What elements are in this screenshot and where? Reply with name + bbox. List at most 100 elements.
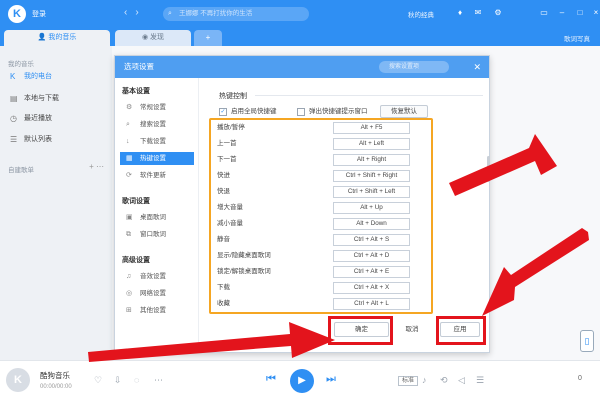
top-search-input[interactable]: ⌕ 王娜娜 不再打扰你的生活 — [163, 7, 309, 21]
sound-effect-icon[interactable]: ♪ — [422, 375, 427, 385]
nav-item-label: 窗口歌词 — [140, 231, 166, 238]
play-button[interactable]: ▶ — [290, 369, 314, 393]
next-icon[interactable]: ⏭ — [326, 373, 336, 386]
nav-item-general[interactable]: ⚙ 常规设置 — [120, 101, 194, 114]
tab-my-music-label: 我的音乐 — [48, 34, 77, 41]
user-icon: 👤 — [37, 34, 49, 41]
restore-default-button[interactable]: 恢复默认 — [380, 105, 428, 118]
equalizer-icon: ♫ — [126, 273, 132, 280]
forward-arrow-icon[interactable]: › — [135, 7, 146, 18]
mobile-icon[interactable]: ▯ — [580, 330, 594, 352]
nav-item-label: 网络设置 — [140, 290, 166, 297]
conflict-popup-checkbox[interactable] — [297, 108, 305, 116]
message-icon[interactable]: ✉ — [472, 7, 484, 19]
playlist-icon[interactable]: ☰ — [476, 375, 484, 386]
close-icon[interactable]: × — [590, 7, 600, 19]
sidebar-item-recent[interactable]: ◷ 最近播放 — [6, 112, 106, 126]
playlist-tools: + ⋯ — [89, 162, 104, 171]
nav-item-label: 其他设置 — [140, 307, 166, 314]
lyrics-photo-link[interactable]: 歌词写真 — [564, 33, 590, 43]
album-cover[interactable]: K — [6, 368, 30, 392]
section-title: 热键控制 — [219, 93, 247, 100]
search-icon: ⌕ — [168, 10, 172, 17]
download-icon[interactable]: ⇩ — [114, 375, 122, 386]
quality-badge[interactable]: 标准 — [398, 376, 419, 386]
hotkey-scrollbar[interactable] — [487, 156, 490, 182]
sidebar-item-label: 我的电台 — [24, 73, 52, 80]
top-search-placeholder: 王娜娜 不再打扰你的生活 — [179, 10, 253, 17]
more-settings-icon: ⊞ — [126, 307, 132, 314]
tab-my-music[interactable]: 👤 我的音乐 — [4, 30, 110, 46]
tab-discover[interactable]: ◉ 发现 — [115, 30, 191, 46]
sidebar-item-label: 本地与下载 — [24, 95, 59, 102]
nav-item-update[interactable]: ⟳ 软件更新 — [120, 169, 194, 182]
nav-item-label: 桌面歌词 — [140, 214, 166, 221]
loop-icon[interactable]: ⟲ — [440, 375, 448, 386]
clock-icon: ◷ — [10, 114, 17, 123]
nav-item-download[interactable]: ↓ 下载设置 — [120, 135, 194, 148]
nav-item-window-lyrics[interactable]: ⧉ 窗口歌词 — [120, 228, 194, 241]
song-time: 00:00/00:00 — [40, 384, 72, 390]
minimize-icon[interactable]: – — [556, 7, 568, 19]
hotkey-highlight-box — [209, 118, 433, 314]
comment-icon[interactable]: ◌ — [134, 375, 139, 385]
update-icon: ⟳ — [126, 172, 132, 179]
cancel-button[interactable]: 取消 — [393, 322, 431, 337]
mini-mode-icon[interactable]: ▭ — [538, 7, 550, 19]
window-lyrics-icon: ⧉ — [126, 231, 131, 238]
sidebar-item-label: 最近播放 — [24, 115, 52, 122]
vip-label[interactable]: 秋的经典 — [408, 9, 434, 19]
settings-nav: 基本设置 ⚙ 常规设置 ⌕ 搜索设置 ↓ 下载设置 ▦ 热键设置 ⟳ 软件更新 歌词设置 … — [115, 78, 199, 352]
settings-search-placeholder: 搜索设置项 — [389, 64, 420, 70]
shirt-icon[interactable]: ♦ — [454, 7, 466, 19]
maximize-icon[interactable]: □ — [574, 7, 586, 19]
nav-item-label: 软件更新 — [140, 172, 166, 179]
discover-icon: ◉ — [141, 34, 151, 41]
volume-icon[interactable]: ◁ — [458, 375, 465, 386]
tab-bar: 👤 我的音乐 ◉ 发现 + 歌词写真 — [0, 28, 600, 46]
ok-button-highlight — [328, 316, 393, 345]
sidebar-item-radio[interactable]: K 我的电台 — [6, 70, 106, 84]
tab-add[interactable]: + — [194, 30, 222, 46]
nav-item-hotkey[interactable]: ▦ 热键设置 — [120, 152, 194, 165]
playlist-header: 自建歌单 — [8, 167, 34, 174]
playlist-count: 0 — [578, 375, 582, 382]
nav-item-network[interactable]: ◎ 网络设置 — [120, 287, 194, 300]
nav-item-label: 搜索设置 — [140, 121, 166, 128]
global-hotkey-label: 启用全局快捷键 — [231, 108, 277, 115]
section-divider — [255, 95, 483, 96]
dialog-title-bar: 选项设置 搜索设置项 ✕ — [115, 56, 489, 78]
nav-item-desktop-lyrics[interactable]: ▣ 桌面歌词 — [120, 211, 194, 224]
like-icon[interactable]: ♡ — [94, 375, 102, 386]
song-title: 酷狗音乐 — [40, 371, 70, 380]
more-icon[interactable]: ⋯ — [96, 162, 104, 171]
dialog-close-icon[interactable]: ✕ — [473, 61, 481, 73]
nav-item-label: 音效设置 — [140, 273, 166, 280]
more-icon[interactable]: ⋯ — [154, 375, 163, 386]
desktop-lyrics-icon: ▣ — [126, 214, 133, 221]
player-bar: K 酷狗音乐 00:00/00:00 ♡ ⇩ ◌ ⋯ ⏮ ▶ ⏭ 标准 ♪ ⟲ … — [0, 360, 600, 398]
sidebar-item-label: 默认列表 — [24, 136, 52, 143]
app-logo: K — [8, 5, 26, 23]
login-link[interactable]: 登录 — [32, 9, 46, 19]
list-icon: ☰ — [10, 135, 18, 144]
back-arrow-icon[interactable]: ‹ — [124, 7, 135, 18]
settings-icon[interactable]: ⚙ — [492, 7, 504, 19]
nav-item-sound[interactable]: ♫ 音效设置 — [120, 270, 194, 283]
download-icon: ↓ — [126, 138, 130, 145]
nav-item-other[interactable]: ⊞ 其他设置 — [120, 304, 194, 317]
previous-icon[interactable]: ⏮ — [266, 373, 276, 386]
global-hotkey-checkbox[interactable]: ✓ — [219, 108, 227, 116]
gear-icon: ⚙ — [126, 104, 133, 111]
settings-search-input[interactable]: 搜索设置项 — [379, 61, 449, 73]
sidebar-section-title: 我的音乐 — [8, 61, 34, 68]
nav-item-search[interactable]: ⌕ 搜索设置 — [120, 118, 194, 131]
download-icon: ▤ — [10, 94, 18, 103]
sidebar-item-local[interactable]: ▤ 本地与下载 — [6, 92, 106, 106]
keyboard-icon: ▦ — [126, 155, 133, 162]
nav-group-lyrics: 歌词设置 — [122, 198, 150, 205]
sidebar-item-default-list[interactable]: ☰ 默认列表 — [6, 133, 106, 147]
nav-item-label: 下载设置 — [140, 138, 166, 145]
nav-item-label: 热键设置 — [140, 155, 166, 162]
add-playlist-icon[interactable]: + — [89, 162, 94, 171]
